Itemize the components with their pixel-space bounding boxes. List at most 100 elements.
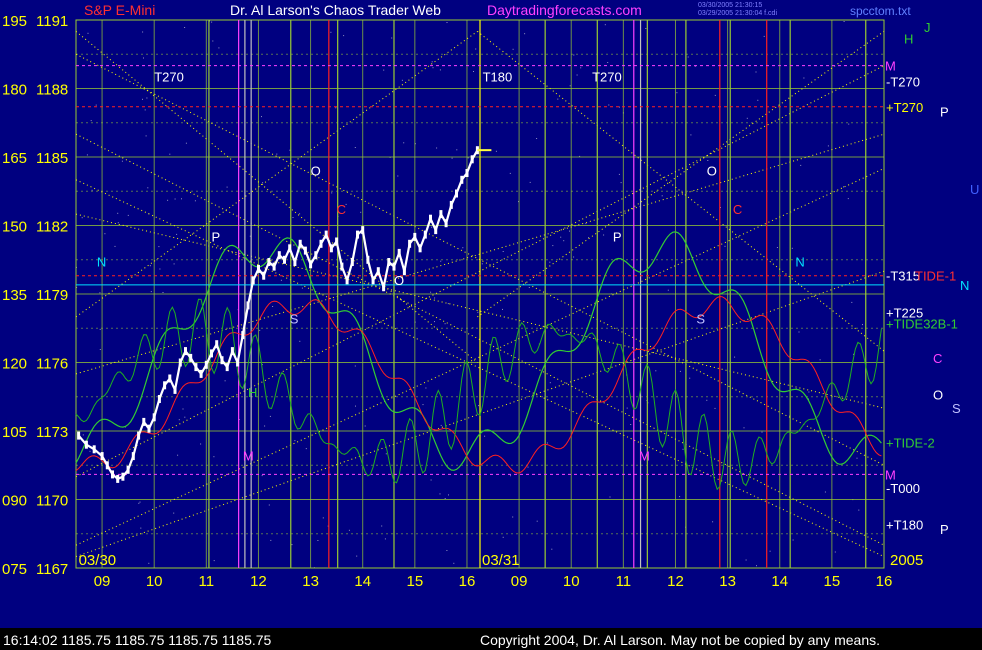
price-bar xyxy=(251,276,255,285)
star-dot xyxy=(848,123,850,125)
star-dot xyxy=(791,247,793,249)
star-dot xyxy=(481,263,483,265)
price-bar xyxy=(387,258,391,266)
star-dot xyxy=(181,198,182,200)
chart-title-main: Dr. Al Larson's Chaos Trader Web xyxy=(230,2,441,18)
star-dot xyxy=(689,377,691,379)
star-dot xyxy=(354,147,356,148)
price-bar xyxy=(173,385,177,394)
star-dot xyxy=(858,509,860,511)
star-dot xyxy=(174,198,176,200)
right-label: +TIDE-2 xyxy=(886,435,935,450)
right-label: P xyxy=(940,522,949,537)
star-dot xyxy=(422,404,424,406)
star-dot xyxy=(91,189,93,191)
star-dot xyxy=(268,504,270,506)
star-dot xyxy=(563,240,565,242)
star-dot xyxy=(509,172,511,174)
star-dot xyxy=(264,425,266,427)
price-bar xyxy=(361,226,365,235)
price-bar xyxy=(366,255,370,264)
star-dot xyxy=(218,47,220,49)
star-dot xyxy=(173,512,175,514)
x-tick-label: 10 xyxy=(563,573,580,590)
price-bar xyxy=(382,283,386,292)
star-dot xyxy=(687,56,689,58)
star-dot xyxy=(436,147,438,149)
star-dot xyxy=(679,496,681,498)
star-dot xyxy=(453,562,455,564)
star-dot xyxy=(292,217,294,218)
star-dot xyxy=(211,21,213,23)
price-bar xyxy=(157,395,161,403)
star-dot xyxy=(473,71,474,72)
star-dot xyxy=(444,323,446,325)
axis-label-price: 1176 xyxy=(36,356,68,373)
chaos-trader-chart: T270 T180 T270NPSHMOCOPSOCNM 195 1191180 118… xyxy=(0,0,982,650)
price-bar xyxy=(413,232,417,241)
star-dot xyxy=(384,538,386,540)
star-dot xyxy=(444,498,446,499)
plot-label: M xyxy=(639,449,650,464)
star-dot xyxy=(549,382,551,384)
star-dot xyxy=(451,157,453,159)
right-label: O xyxy=(933,387,943,402)
star-dot xyxy=(322,517,324,519)
plot-label: H xyxy=(248,385,257,400)
star-dot xyxy=(734,356,736,358)
star-dot xyxy=(114,245,116,247)
star-dot xyxy=(536,520,538,522)
star-dot xyxy=(143,57,144,59)
plot-label: T270 xyxy=(154,70,184,85)
price-bar xyxy=(429,214,432,223)
star-dot xyxy=(618,106,620,108)
price-bar xyxy=(371,276,375,285)
x-tick-label: 13 xyxy=(719,573,736,590)
star-dot xyxy=(690,134,692,136)
star-dot xyxy=(549,261,551,263)
star-dot xyxy=(456,149,458,151)
price-bar xyxy=(152,413,156,422)
left-axis: 195 1191 180 1188 165 1185 150 1182 135 1179 120 11… xyxy=(2,13,68,578)
star-dot xyxy=(280,279,282,281)
star-dot xyxy=(529,181,531,183)
right-label: C xyxy=(933,351,942,366)
date-label: 03/30 xyxy=(79,552,117,569)
plot-label: M xyxy=(243,449,254,464)
price-bar xyxy=(303,246,307,255)
price-bar xyxy=(309,260,313,269)
axis-label-price: 1185 xyxy=(36,150,68,167)
star-dot xyxy=(391,37,393,39)
price-bar xyxy=(147,424,151,433)
star-dot xyxy=(609,496,611,498)
timestamp-line-2: 03/29/2005 21:30:04 f.cdi xyxy=(698,10,777,17)
star-dot xyxy=(167,199,169,201)
right-label: N xyxy=(960,278,969,293)
star-dot xyxy=(148,562,150,564)
star-dot xyxy=(439,493,441,495)
price-bar xyxy=(356,230,359,239)
star-dot xyxy=(177,454,179,456)
star-dot xyxy=(381,525,383,527)
star-dot xyxy=(348,529,350,531)
star-dot xyxy=(169,153,171,155)
price-bar xyxy=(434,226,438,235)
axis-label-price: 1170 xyxy=(36,493,68,510)
star-dot xyxy=(95,104,97,106)
star-dot xyxy=(425,387,427,389)
star-dot xyxy=(536,138,538,139)
star-dot xyxy=(299,340,301,342)
star-dot xyxy=(546,442,548,444)
price-bar xyxy=(423,230,427,239)
star-dot xyxy=(446,22,448,23)
star-dot xyxy=(608,104,610,106)
star-dot xyxy=(847,198,849,200)
right-label: TIDE-1 xyxy=(915,269,956,284)
x-tick-label: 13 xyxy=(302,573,319,590)
right-label: -T000 xyxy=(886,481,920,496)
axis-label-offset: 135 xyxy=(2,287,27,304)
axis-label-offset: 180 xyxy=(2,82,27,99)
star-dot xyxy=(121,160,123,162)
star-dot xyxy=(706,399,708,401)
x-tick-label: 14 xyxy=(771,573,788,590)
